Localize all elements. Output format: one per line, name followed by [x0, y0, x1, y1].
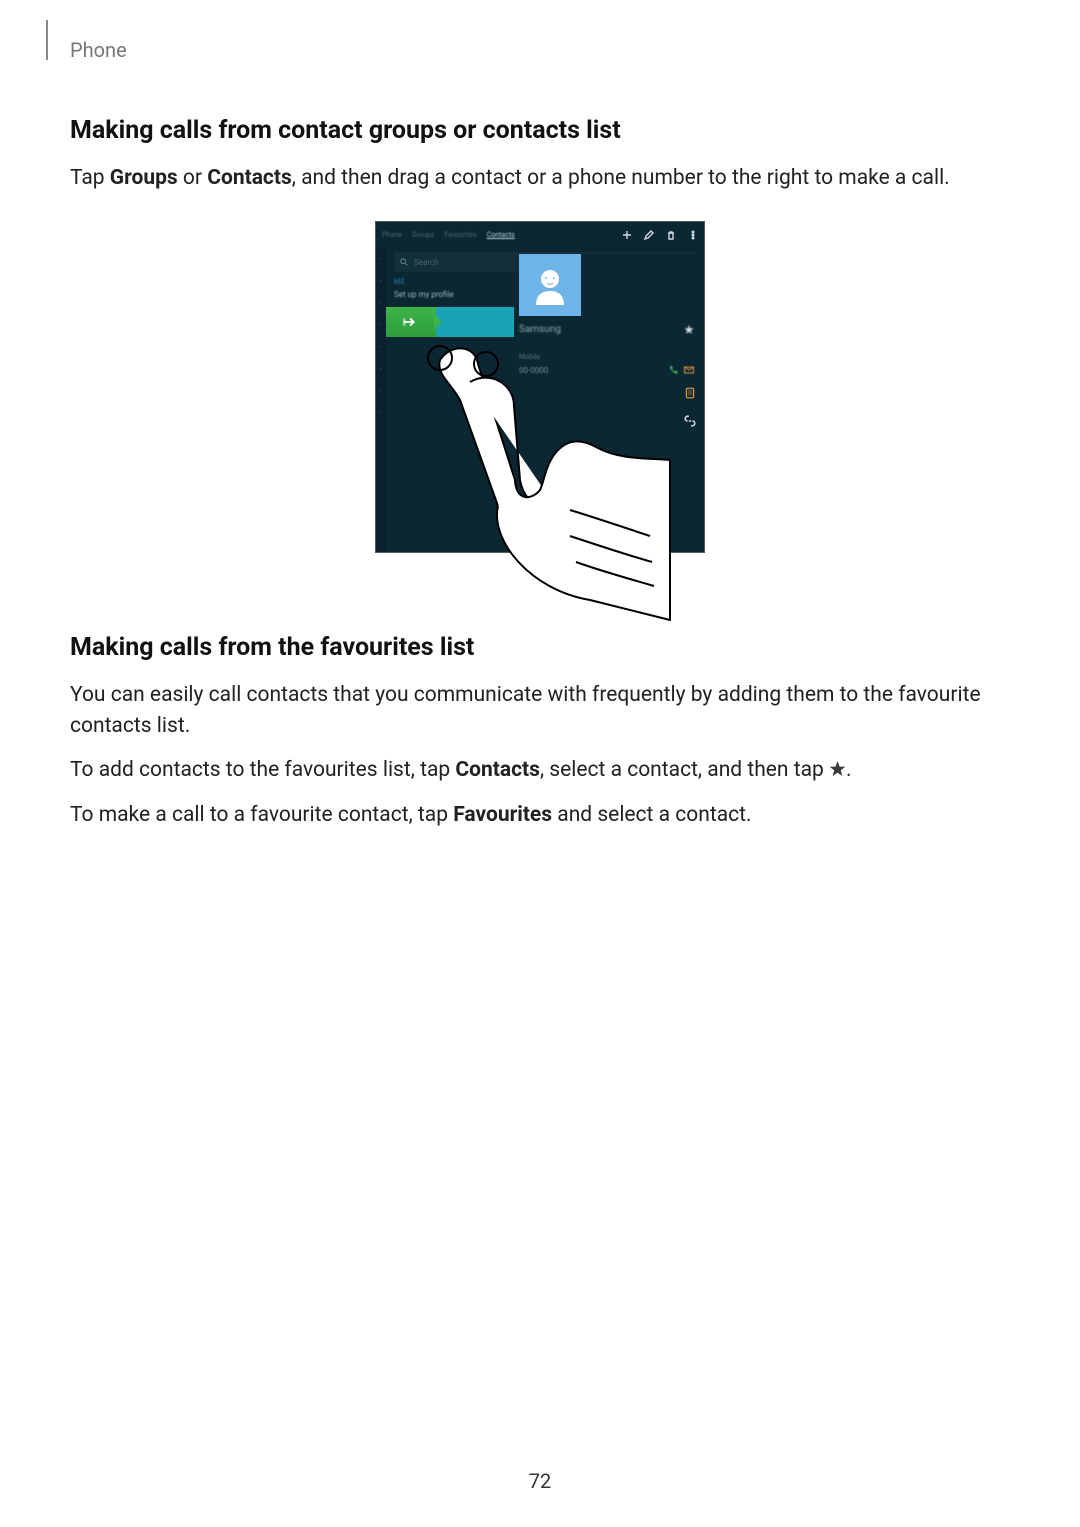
header-section-label: Phone [70, 38, 127, 62]
trash-icon [666, 230, 676, 240]
bold-groups: Groups [110, 166, 178, 190]
avatar-icon [530, 265, 570, 305]
header-divider [46, 20, 48, 60]
search-placeholder: Search [414, 258, 439, 267]
more-icon [688, 230, 698, 240]
tab-bar: Phone Groups Favourites Contacts [376, 222, 704, 248]
call-arrow-icon [402, 313, 420, 331]
phone-icon [668, 365, 678, 375]
text: and select a contact. [552, 803, 751, 827]
text: or [178, 166, 208, 190]
section2-paragraph2: To add contacts to the favourites list, … [70, 755, 1010, 785]
illustration-container: Phone Groups Favourites Contacts •••••••… [70, 221, 1010, 553]
text: . [846, 758, 852, 782]
star-icon [684, 325, 694, 335]
section1-paragraph: Tap Groups or Contacts, and then drag a … [70, 163, 1010, 193]
avatar [519, 254, 581, 316]
bold-contacts-2: Contacts [455, 758, 540, 782]
phone-number-row: 00-0000 [519, 365, 704, 375]
tab-favourites: Favourites [444, 231, 476, 239]
link-icon [684, 412, 696, 424]
plus-icon [622, 230, 632, 240]
text: , select a contact, and then tap [540, 758, 829, 782]
bold-favourites: Favourites [453, 803, 552, 827]
phone-type-label: Mobile [519, 353, 704, 361]
phone-number: 00-0000 [519, 366, 548, 375]
pencil-icon [644, 230, 654, 240]
page-number: 72 [0, 1469, 1080, 1493]
section2-paragraph3: To make a call to a favourite contact, t… [70, 800, 1010, 830]
swipe-teal-area [436, 307, 514, 337]
text: Tap [70, 166, 110, 190]
text: , and then drag a contact or a phone num… [292, 166, 950, 190]
contact-detail-pane: Samsung Mobile 00-0000 [519, 254, 704, 552]
contact-name-row: Samsung [519, 324, 704, 335]
device-screenshot: Phone Groups Favourites Contacts •••••••… [375, 221, 705, 553]
contact-name: Samsung [519, 324, 561, 335]
message-icon [684, 365, 694, 375]
bold-contacts: Contacts [207, 166, 292, 190]
action-column [684, 384, 696, 424]
swipe-call-indicator [386, 307, 436, 337]
section2-paragraph1: You can easily call contacts that you co… [70, 680, 1010, 741]
text: To make a call to a favourite contact, t… [70, 803, 453, 827]
tab-groups: Groups [412, 231, 434, 239]
search-icon [400, 258, 408, 266]
section-heading-favourites: Making calls from the favourites list [70, 633, 1010, 662]
sms-icon [684, 384, 696, 396]
tab-phone: Phone [382, 231, 402, 239]
tab-icon-group [622, 230, 698, 240]
text: To add contacts to the favourites list, … [70, 758, 455, 782]
section-heading-groups-contacts: Making calls from contact groups or cont… [70, 116, 1010, 145]
alpha-scroll-rail: •••••••• [376, 248, 386, 552]
star-icon [829, 757, 846, 774]
tab-contacts: Contacts [487, 231, 515, 239]
